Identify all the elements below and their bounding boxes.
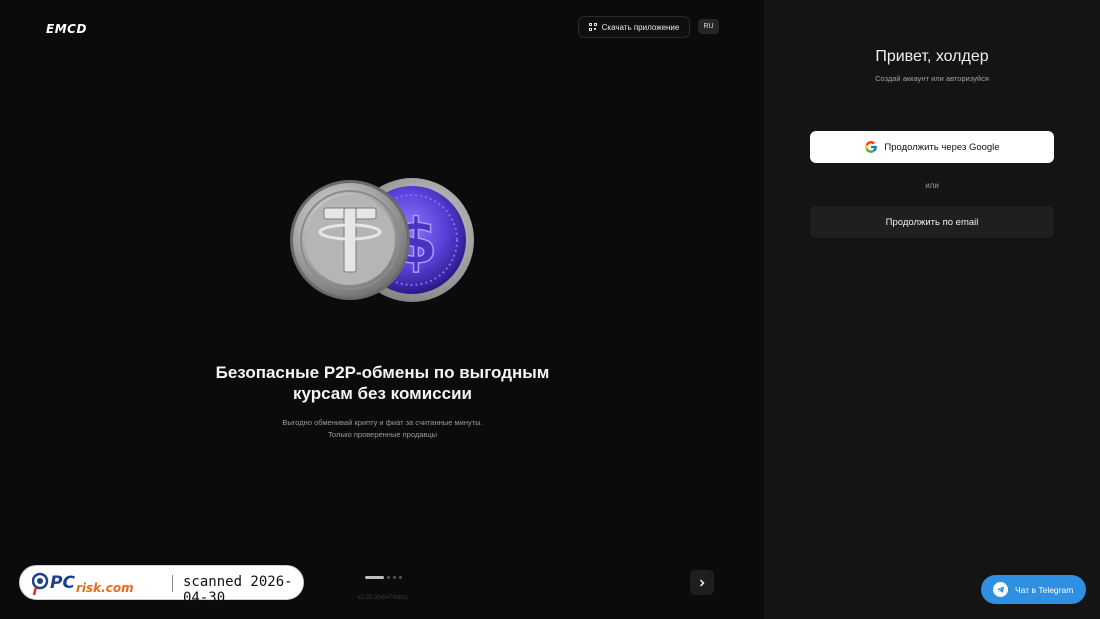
pcrisk-logo: PC risk.com [32,572,134,596]
promo-description-line-2: Только проверенные продавцы [327,430,438,439]
promo-panel: EMCD Скачать приложение RU $ Безопасные … [0,0,764,619]
watermark-text: scanned 2026-04-30 [183,574,293,606]
chevron-right-icon [700,579,705,586]
language-selector[interactable]: RU [698,19,719,34]
pcrisk-watermark: PC risk.com scanned 2026-04-30 [19,565,304,606]
promo-description-line-1: Выгодно обменивай крипту и фиат за счита… [282,418,483,427]
continue-google-button[interactable]: Продолжить через Google [810,131,1054,163]
svg-text:PC: PC [50,573,75,593]
svg-text:risk.com: risk.com [76,581,134,595]
auth-subtitle: Создай аккаунт или авторизуйся [875,74,989,83]
carousel-next-button[interactable] [690,570,714,595]
or-divider: или [925,181,939,190]
carousel-indicators [365,576,402,579]
download-app-label: Скачать приложение [601,22,680,32]
promo-description: Выгодно обменивай крипту и фиат за счита… [220,417,545,441]
carousel-dot-1[interactable] [365,576,384,579]
carousel-dot-4[interactable] [399,576,402,579]
coins-illustration: $ [290,178,474,302]
promo-headline: Безопасные P2P-обмены по выгодным курсам… [215,363,550,403]
qr-code-icon [588,23,597,31]
telegram-chat-button[interactable]: Чат в Telegram [981,575,1086,604]
app-version: v2.25.0(e5476bbc) [357,595,408,601]
watermark-separator [172,575,173,592]
telegram-icon [993,582,1008,597]
auth-title: Привет, холдер [875,48,989,65]
carousel-dot-3[interactable] [393,576,396,579]
download-app-button[interactable]: Скачать приложение [578,16,690,38]
continue-email-label: Продолжить по email [885,216,979,228]
emcd-logo[interactable]: EMCD [46,22,87,36]
continue-google-label: Продолжить через Google [884,141,1000,153]
telegram-chat-label: Чат в Telegram [1015,584,1074,595]
carousel-dot-2[interactable] [387,576,390,579]
tether-coin-icon [290,180,410,300]
google-icon [865,141,878,153]
continue-email-button[interactable]: Продолжить по email [810,206,1054,238]
auth-panel: Привет, холдер Создай аккаунт или автори… [764,0,1100,619]
